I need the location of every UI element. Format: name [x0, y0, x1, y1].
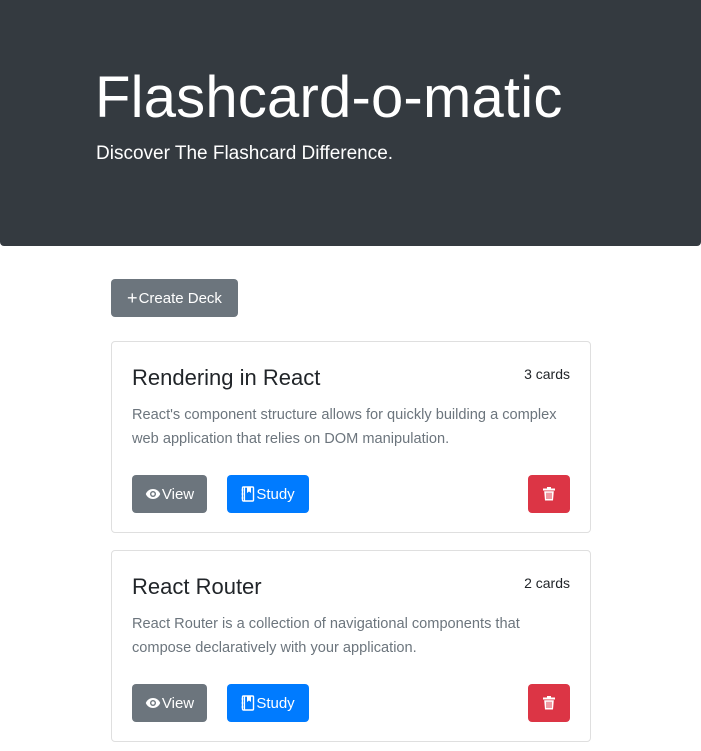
delete-deck-button[interactable]: [528, 684, 570, 722]
site-title: Flashcard-o-matic: [95, 65, 563, 130]
book-icon: [241, 486, 255, 502]
deck-card: React Router 2 cards React Router is a c…: [111, 550, 591, 742]
plus-icon: +: [127, 288, 138, 308]
view-deck-button[interactable]: View: [132, 475, 207, 513]
trash-icon: [542, 487, 555, 501]
site-subtitle: Discover The Flashcard Difference.: [96, 143, 394, 164]
book-icon: [241, 695, 255, 711]
deck-description: React Router is a collection of navigati…: [132, 616, 520, 656]
study-deck-button[interactable]: Study: [227, 475, 309, 513]
eye-icon: [145, 697, 161, 709]
create-deck-label: Create Deck: [138, 289, 222, 307]
deck-name: React Router: [132, 574, 262, 599]
view-label: View: [161, 694, 195, 712]
header-jumbotron: Flashcard-o-matic Discover The Flashcard…: [0, 0, 701, 246]
create-deck-button[interactable]: + Create Deck: [111, 279, 238, 317]
view-label: View: [161, 485, 195, 503]
study-label: Study: [256, 485, 295, 503]
deck-description: React's component structure allows for q…: [132, 407, 557, 447]
deck-card: Rendering in React 3 cards React's compo…: [111, 341, 591, 533]
study-deck-button[interactable]: Study: [227, 684, 309, 722]
study-label: Study: [256, 694, 295, 712]
eye-icon: [145, 488, 161, 500]
deck-card-count: 2 cards: [524, 575, 570, 591]
view-deck-button[interactable]: View: [132, 684, 207, 722]
delete-deck-button[interactable]: [528, 475, 570, 513]
deck-card-count: 3 cards: [524, 366, 570, 382]
deck-name: Rendering in React: [132, 365, 321, 390]
trash-icon: [542, 696, 555, 710]
